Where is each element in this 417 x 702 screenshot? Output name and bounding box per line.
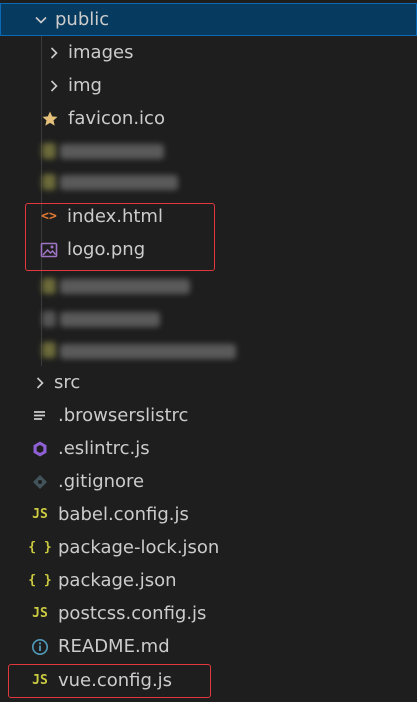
chevron-right-icon[interactable] (46, 45, 62, 61)
folder-images-label: images (68, 42, 134, 63)
star-icon (41, 110, 59, 128)
chevron-right-icon[interactable] (32, 375, 48, 391)
file-eslintrc[interactable]: .eslintrc.js (0, 432, 417, 465)
file-postcss-config-label: postcss.config.js (58, 603, 207, 624)
redacted-icon (42, 278, 56, 294)
redacted-label (60, 144, 164, 159)
git-icon (31, 473, 49, 491)
redacted-label (60, 344, 236, 359)
folder-public-label: public (55, 9, 110, 30)
file-readme[interactable]: README.md (0, 630, 417, 663)
eslint-icon (31, 440, 49, 458)
info-icon (31, 638, 49, 656)
file-gitignore-label: .gitignore (58, 471, 145, 492)
chevron-down-icon[interactable] (33, 12, 49, 28)
file-browserslistrc-label: .browserslistrc (58, 405, 189, 426)
folder-img[interactable]: img (0, 69, 417, 102)
folder-img-label: img (68, 75, 102, 96)
json-file-icon: { } (28, 540, 52, 555)
redacted-label (60, 279, 190, 294)
folder-src[interactable]: src (0, 366, 417, 399)
file-babel-config[interactable]: JS babel.config.js (0, 498, 417, 531)
file-readme-label: README.md (58, 636, 170, 657)
file-package-json-label: package.json (58, 570, 177, 591)
file-babel-config-label: babel.config.js (58, 504, 189, 525)
file-favicon-label: favicon.ico (68, 108, 165, 129)
json-file-icon: { } (28, 573, 52, 588)
highlight-box (8, 664, 211, 698)
list-lines-icon (31, 407, 49, 425)
file-favicon[interactable]: favicon.ico (0, 102, 417, 135)
folder-public[interactable]: public (0, 3, 417, 36)
redacted-icon (42, 143, 56, 159)
redacted-label (60, 175, 178, 190)
file-package-lock-label: package-lock.json (58, 537, 220, 558)
file-eslintrc-label: .eslintrc.js (58, 438, 150, 459)
file-gitignore[interactable]: .gitignore (0, 465, 417, 498)
file-postcss-config[interactable]: JS postcss.config.js (0, 597, 417, 630)
redacted-icon (42, 174, 56, 190)
redacted-icon (42, 342, 56, 358)
file-explorer: public images img favicon.ico <> index.h… (0, 0, 417, 702)
javascript-file-icon: JS (32, 606, 48, 621)
redacted-icon (42, 311, 56, 327)
javascript-file-icon: JS (32, 507, 48, 522)
chevron-right-icon[interactable] (46, 78, 62, 94)
folder-src-label: src (54, 372, 81, 393)
file-browserslistrc[interactable]: .browserslistrc (0, 399, 417, 432)
folder-images[interactable]: images (0, 36, 417, 69)
redacted-label (60, 312, 160, 327)
file-package-lock[interactable]: { } package-lock.json (0, 531, 417, 564)
file-package-json[interactable]: { } package.json (0, 564, 417, 597)
highlight-box (25, 203, 215, 271)
